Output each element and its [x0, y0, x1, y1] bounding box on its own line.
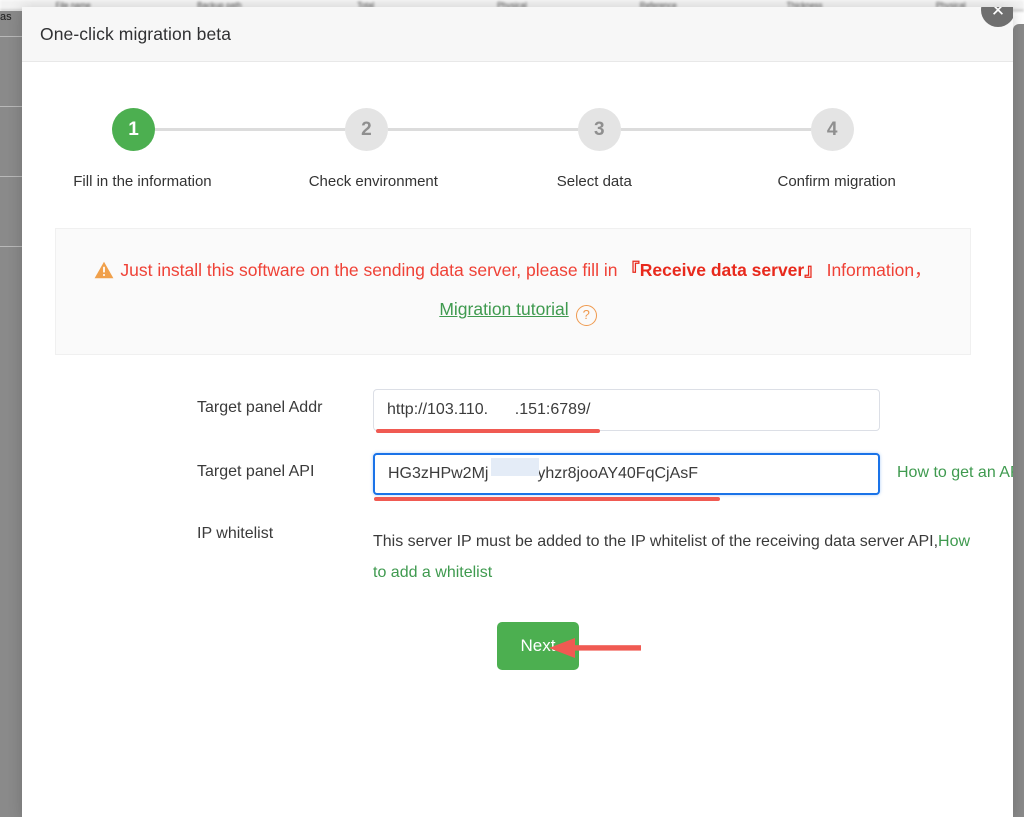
step-1-number: 1	[112, 108, 155, 151]
alert-text-bold: 『Receive data server』	[622, 260, 822, 280]
background-left-strip	[0, 11, 22, 817]
step-connector-3	[620, 128, 811, 131]
target-panel-api-input[interactable]	[373, 452, 880, 495]
step-4-head: 4	[810, 108, 929, 151]
migration-form: Target panel Addr Target panel API How t…	[22, 388, 1013, 671]
ip-whitelist-note-text: This server IP must be added to the IP w…	[373, 532, 939, 550]
addr-annotation-underline	[376, 428, 600, 433]
step-1-label: Fill in the information	[73, 173, 212, 190]
target-panel-api-label: Target panel API	[197, 462, 315, 480]
step-connector-1	[155, 128, 345, 131]
step-2-label: Check environment	[308, 173, 438, 190]
step-3-head: 3	[577, 108, 811, 151]
target-panel-api-wrap	[373, 452, 880, 501]
migration-tutorial-link[interactable]: Migration tutorial	[439, 299, 568, 319]
question-mark-icon[interactable]: ?	[575, 305, 597, 327]
step-1-head: 1	[112, 108, 345, 151]
target-panel-addr-row: Target panel Addr	[197, 388, 973, 433]
alert-text-part1: Just install this software on the sendin…	[120, 260, 623, 280]
page-scrollbar[interactable]	[1013, 24, 1024, 817]
annotation-arrow-icon	[549, 638, 641, 659]
how-to-get-api-key-link[interactable]: How to get an API key	[897, 453, 1013, 482]
alert-text-part2: Information，	[821, 260, 932, 280]
step-2-head: 2	[344, 108, 578, 151]
step-3[interactable]: 3 Select data	[557, 108, 811, 190]
warning-alert: Just install this software on the sendin…	[55, 228, 971, 355]
step-2[interactable]: 2 Check environment	[309, 108, 578, 190]
target-panel-addr-wrap	[373, 388, 880, 433]
step-4[interactable]: 4 Confirm migration	[777, 108, 929, 190]
target-panel-addr-input[interactable]	[373, 388, 880, 431]
step-connector-2	[387, 128, 578, 131]
migration-dialog: One-click migration beta 1 Fill in the i…	[22, 7, 1013, 817]
step-4-label: Confirm migration	[777, 173, 896, 190]
step-4-number: 4	[810, 108, 854, 151]
warning-triangle-icon	[94, 254, 114, 279]
ip-whitelist-note: This server IP must be added to the IP w…	[373, 525, 973, 588]
step-2-number: 2	[344, 108, 388, 151]
target-panel-addr-label: Target panel Addr	[197, 398, 323, 416]
step-3-label: Select data	[556, 173, 632, 190]
api-annotation-underline	[374, 496, 720, 501]
ip-whitelist-row: IP whitelist This server IP must be adde…	[197, 525, 973, 588]
next-button-area: Next	[197, 622, 973, 671]
dialog-header: One-click migration beta	[22, 7, 1013, 62]
alert-content: Just install this software on the sendin…	[94, 260, 932, 327]
target-panel-api-row: Target panel API How to get an API key	[197, 452, 1013, 501]
ip-whitelist-label: IP whitelist	[197, 524, 274, 542]
migration-stepper: 1 Fill in the information 2 Check enviro…	[62, 108, 973, 190]
step-3-number: 3	[577, 108, 621, 151]
dialog-title: One-click migration beta	[40, 23, 232, 44]
background-left-label: as	[0, 11, 12, 23]
dialog-body: 1 Fill in the information 2 Check enviro…	[22, 108, 1013, 817]
